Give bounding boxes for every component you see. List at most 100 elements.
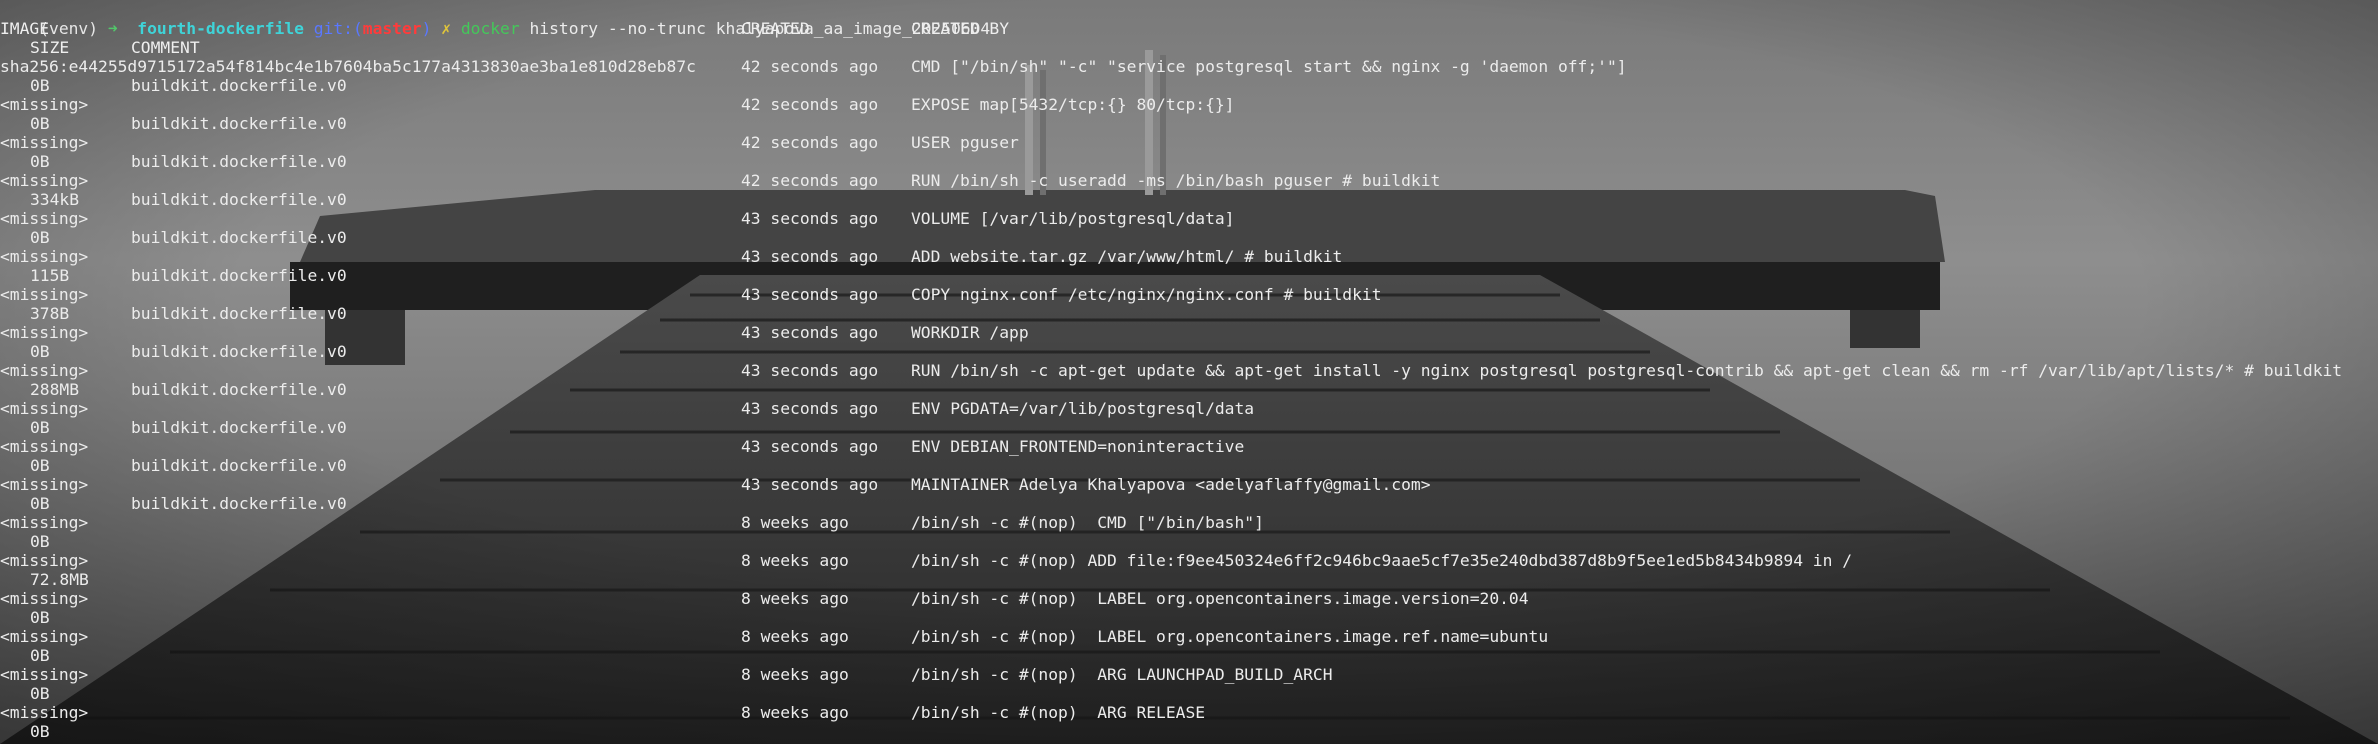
table-header-row: IMAGE CREATED CREATED BY	[0, 19, 2378, 38]
row-size: 0B	[30, 228, 50, 247]
row-created-by: /bin/sh -c #(nop) ARG RELEASE	[911, 703, 1206, 722]
row-image: <missing>	[0, 589, 89, 608]
row-image: <missing>	[0, 247, 89, 266]
header-image: IMAGE	[0, 19, 50, 38]
table-row-detail: 0B buildkit.dockerfile.v0	[0, 114, 2378, 133]
row-created: 43 seconds ago	[741, 247, 879, 266]
row-size: 0B	[30, 608, 50, 627]
row-size: 0B	[30, 494, 50, 513]
row-size: 0B	[30, 456, 50, 475]
table-row: <missing> 8 weeks ago/bin/sh -c #(nop) CM…	[0, 513, 2378, 532]
table-row: <missing> 43 seconds ago RUN /bin/sh -c ap…	[0, 361, 2378, 380]
row-created-by: /bin/sh -c #(nop) ARG LAUNCHPAD_BUILD_AR…	[911, 665, 1333, 684]
row-size: 72.8MB	[30, 570, 89, 589]
row-created: 43 seconds ago	[741, 437, 879, 456]
row-created-by: MAINTAINER Adelya Khalyapova <adelyaflaf…	[911, 475, 1431, 494]
row-comment: buildkit.dockerfile.v0	[131, 266, 347, 285]
row-size: 0B	[30, 114, 50, 133]
row-created: 8 weeks ago	[741, 551, 849, 570]
row-created-by: ENV DEBIAN_FRONTEND=noninteractive	[911, 437, 1245, 456]
table-row-detail: 0B buildkit.dockerfile.v0	[0, 342, 2378, 361]
header-size: SIZE	[30, 38, 70, 57]
row-created: 43 seconds ago	[741, 361, 879, 380]
row-created: 42 seconds ago	[741, 57, 879, 76]
table-row-detail: 0B	[0, 722, 2378, 741]
row-size: 0B	[30, 76, 50, 95]
table-row-detail: 334kB buildkit.dockerfile.v0	[0, 190, 2378, 209]
table-row: <missing> 43 seconds ago ENV DEBIAN_FRONTE…	[0, 437, 2378, 456]
table-row: <missing> 8 weeks ago/bin/sh -c #(nop) LA…	[0, 589, 2378, 608]
row-created: 43 seconds ago	[741, 399, 879, 418]
row-size: 0B	[30, 342, 50, 361]
row-created-by: /bin/sh -c #(nop) LABEL org.opencontaine…	[911, 589, 1529, 608]
row-size: 288MB	[30, 380, 80, 399]
row-created-by: /bin/sh -c #(nop) ADD file:f9ee450324e6f…	[911, 551, 1853, 570]
row-image: <missing>	[0, 171, 89, 190]
table-row-detail: 0B buildkit.dockerfile.v0	[0, 76, 2378, 95]
row-size: 0B	[30, 532, 50, 551]
row-image: <missing>	[0, 627, 89, 646]
header-created: CREATED	[741, 19, 810, 38]
row-image: <missing>	[0, 475, 89, 494]
table-row: <missing> 43 seconds ago VOLUME [/var/lib/…	[0, 209, 2378, 228]
row-size: 0B	[30, 152, 50, 171]
row-image: <missing>	[0, 133, 89, 152]
row-created-by: RUN /bin/sh -c apt-get update && apt-get…	[911, 361, 2343, 380]
table-row-detail: 0B	[0, 684, 2378, 703]
row-image: <missing>	[0, 551, 89, 570]
row-created-by: VOLUME [/var/lib/postgresql/data]	[911, 209, 1235, 228]
row-size: 0B	[30, 722, 50, 741]
table-row: <missing> 43 seconds ago MAINTAINER Adelya…	[0, 475, 2378, 494]
row-image: <missing>	[0, 513, 89, 532]
table-row-detail: 72.8MB	[0, 570, 2378, 589]
table-header-row-2: SIZE COMMENT	[0, 38, 2378, 57]
table-row-detail: 0B	[0, 532, 2378, 551]
row-image: <missing>	[0, 665, 89, 684]
row-created: 42 seconds ago	[741, 95, 879, 114]
row-created-by: USER pguser	[911, 133, 1019, 152]
row-created: 43 seconds ago	[741, 209, 879, 228]
row-comment: buildkit.dockerfile.v0	[131, 418, 347, 437]
row-created-by: /bin/sh -c #(nop) LABEL org.opencontaine…	[911, 627, 1549, 646]
table-row-detail: 0B buildkit.dockerfile.v0	[0, 456, 2378, 475]
row-created: 8 weeks ago	[741, 703, 849, 722]
row-image: <missing>	[0, 209, 89, 228]
row-created-by: ADD website.tar.gz /var/www/html/ # buil…	[911, 247, 1343, 266]
shell-prompt-line[interactable]: (venv) ➜ fourth-dockerfile git:(master) …	[0, 0, 2378, 38]
row-created: 43 seconds ago	[741, 323, 879, 342]
table-row-detail: 0B	[0, 646, 2378, 665]
row-created-by: /bin/sh -c #(nop) CMD ["/bin/bash"]	[911, 513, 1264, 532]
table-row: <missing> 43 seconds ago ADD website.tar.g…	[0, 247, 2378, 266]
table-row-detail: 0B buildkit.dockerfile.v0	[0, 418, 2378, 437]
row-comment: buildkit.dockerfile.v0	[131, 494, 347, 513]
row-image: <missing>	[0, 437, 89, 456]
row-size: 378B	[30, 304, 70, 323]
table-row: <missing> 8 weeks ago/bin/sh -c #(nop) AR…	[0, 665, 2378, 684]
table-row: <missing> 43 seconds ago ENV PGDATA=/var/l…	[0, 399, 2378, 418]
row-comment: buildkit.dockerfile.v0	[131, 380, 347, 399]
header-created-by: CREATED BY	[911, 19, 1010, 38]
row-size: 0B	[30, 418, 50, 437]
row-image: sha256:e44255d9715172a54f814bc4e1b7604ba…	[0, 57, 696, 76]
row-created-by: WORKDIR /app	[911, 323, 1029, 342]
table-row: <missing> 8 weeks ago/bin/sh -c #(nop) AD…	[0, 551, 2378, 570]
row-created: 8 weeks ago	[741, 627, 849, 646]
table-row-detail: 378B buildkit.dockerfile.v0	[0, 304, 2378, 323]
row-created-by: CMD ["/bin/sh" "-c" "service postgresql …	[911, 57, 1627, 76]
table-row: <missing> 8 weeks ago/bin/sh -c #(nop) AR…	[0, 703, 2378, 722]
row-created: 8 weeks ago	[741, 513, 849, 532]
table-row: <missing> 43 seconds ago WORKDIR /app	[0, 323, 2378, 342]
row-comment: buildkit.dockerfile.v0	[131, 228, 347, 247]
row-image: <missing>	[0, 399, 89, 418]
row-comment: buildkit.dockerfile.v0	[131, 114, 347, 133]
table-row-detail: 115B buildkit.dockerfile.v0	[0, 266, 2378, 285]
table-row-detail: 0B buildkit.dockerfile.v0	[0, 228, 2378, 247]
row-created: 43 seconds ago	[741, 285, 879, 304]
row-comment: buildkit.dockerfile.v0	[131, 190, 347, 209]
row-image: <missing>	[0, 285, 89, 304]
row-image: <missing>	[0, 361, 89, 380]
row-created-by: RUN /bin/sh -c useradd -ms /bin/bash pgu…	[911, 171, 1441, 190]
row-comment: buildkit.dockerfile.v0	[131, 304, 347, 323]
table-row-detail: 288MB buildkit.dockerfile.v0	[0, 380, 2378, 399]
row-created-by: COPY nginx.conf /etc/nginx/nginx.conf # …	[911, 285, 1382, 304]
